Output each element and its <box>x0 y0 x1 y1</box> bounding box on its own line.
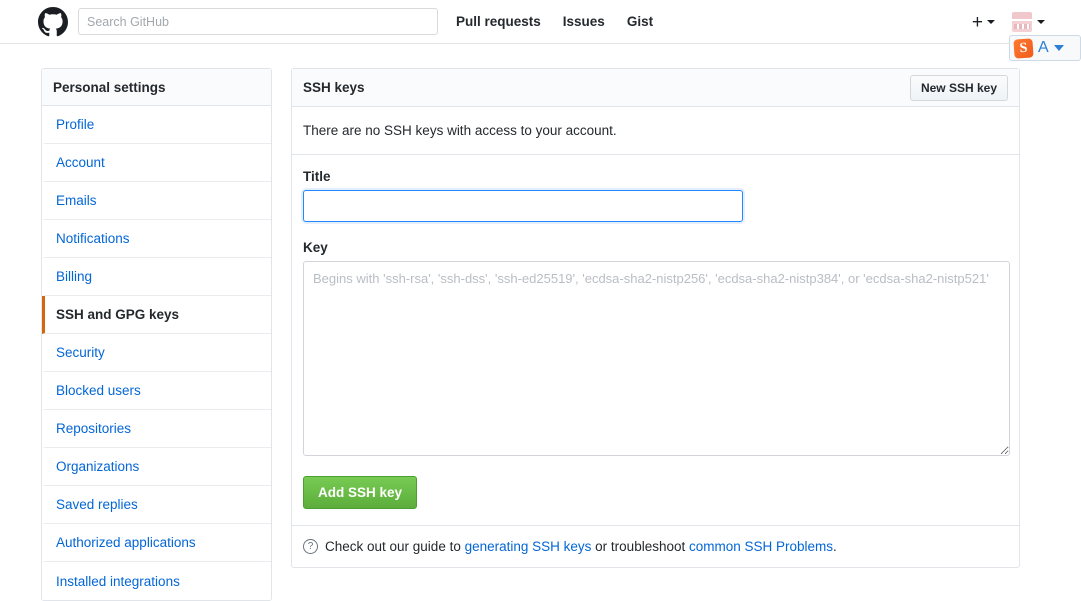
sidebar-item-account[interactable]: Account <box>42 144 271 182</box>
ssh-keys-panel: SSH keys New SSH key There are no SSH ke… <box>291 68 1020 568</box>
nav-link-gist[interactable]: Gist <box>627 15 653 29</box>
sidebar-item-notifications[interactable]: Notifications <box>42 220 271 258</box>
sidebar-item-security[interactable]: Security <box>42 334 271 372</box>
new-ssh-key-button[interactable]: New SSH key <box>909 74 1008 101</box>
sidebar-title: Personal settings <box>42 69 271 106</box>
sidebar-item-repositories[interactable]: Repositories <box>42 410 271 448</box>
plus-icon: + <box>971 11 983 33</box>
nav-link-issues[interactable]: Issues <box>563 15 605 29</box>
sidebar-item-ssh-and-gpg-keys[interactable]: SSH and GPG keys <box>42 296 271 334</box>
sidebar-item-blocked-users[interactable]: Blocked users <box>42 372 271 410</box>
sidebar-item-organizations[interactable]: Organizations <box>42 448 271 486</box>
sidebar-item-installed-integrations[interactable]: Installed integrations <box>42 562 271 600</box>
site-header: Pull requests Issues Gist + <box>0 0 1081 44</box>
chevron-down-icon <box>987 20 995 24</box>
header-nav: Pull requests Issues Gist <box>456 15 653 29</box>
search-input[interactable] <box>78 8 438 35</box>
add-ssh-key-button[interactable]: Add SSH key <box>303 476 418 509</box>
sidebar-item-emails[interactable]: Emails <box>42 182 271 220</box>
page-title: SSH keys <box>303 80 365 95</box>
sidebar-item-profile[interactable]: Profile <box>42 106 271 144</box>
sogou-logo-icon[interactable]: S <box>1013 37 1034 59</box>
chevron-down-icon <box>1037 20 1045 24</box>
generating-ssh-keys-link[interactable]: generating SSH keys <box>465 539 592 554</box>
footer-text: Check out our guide to generating SSH ke… <box>325 539 837 554</box>
footer-text-after: . <box>833 539 837 554</box>
panel-footer-help: ? Check out our guide to generating SSH … <box>292 525 1019 567</box>
account-menu[interactable] <box>1012 12 1045 32</box>
title-input[interactable] <box>303 190 743 222</box>
sidebar-item-authorized-applications[interactable]: Authorized applications <box>42 524 271 562</box>
settings-sidebar: Personal settings Profile Account Emails… <box>41 68 272 601</box>
footer-text-before: Check out our guide to <box>325 539 465 554</box>
github-octocat-icon[interactable] <box>38 6 68 37</box>
ime-mode-letter[interactable]: A <box>1038 40 1049 56</box>
nav-link-pull-requests[interactable]: Pull requests <box>456 15 541 29</box>
footer-text-middle: or troubleshoot <box>591 539 689 554</box>
add-ssh-key-form: Title Key Add SSH key <box>292 155 1019 525</box>
key-textarea[interactable] <box>303 261 1010 456</box>
panel-header: SSH keys New SSH key <box>292 69 1019 107</box>
ime-overlay[interactable]: S A <box>1009 35 1081 61</box>
sidebar-item-billing[interactable]: Billing <box>42 258 271 296</box>
title-field-label: Title <box>303 169 331 184</box>
avatar <box>1012 12 1032 32</box>
empty-state-message: There are no SSH keys with access to you… <box>292 107 1019 155</box>
key-field-block: Key <box>303 240 1010 461</box>
triangle-down-icon[interactable] <box>1053 45 1064 51</box>
create-new-menu[interactable]: + <box>972 13 995 32</box>
sidebar-item-saved-replies[interactable]: Saved replies <box>42 486 271 524</box>
question-circle-icon: ? <box>303 539 318 554</box>
common-ssh-problems-link[interactable]: common SSH Problems <box>689 539 833 554</box>
key-field-label: Key <box>303 240 328 255</box>
